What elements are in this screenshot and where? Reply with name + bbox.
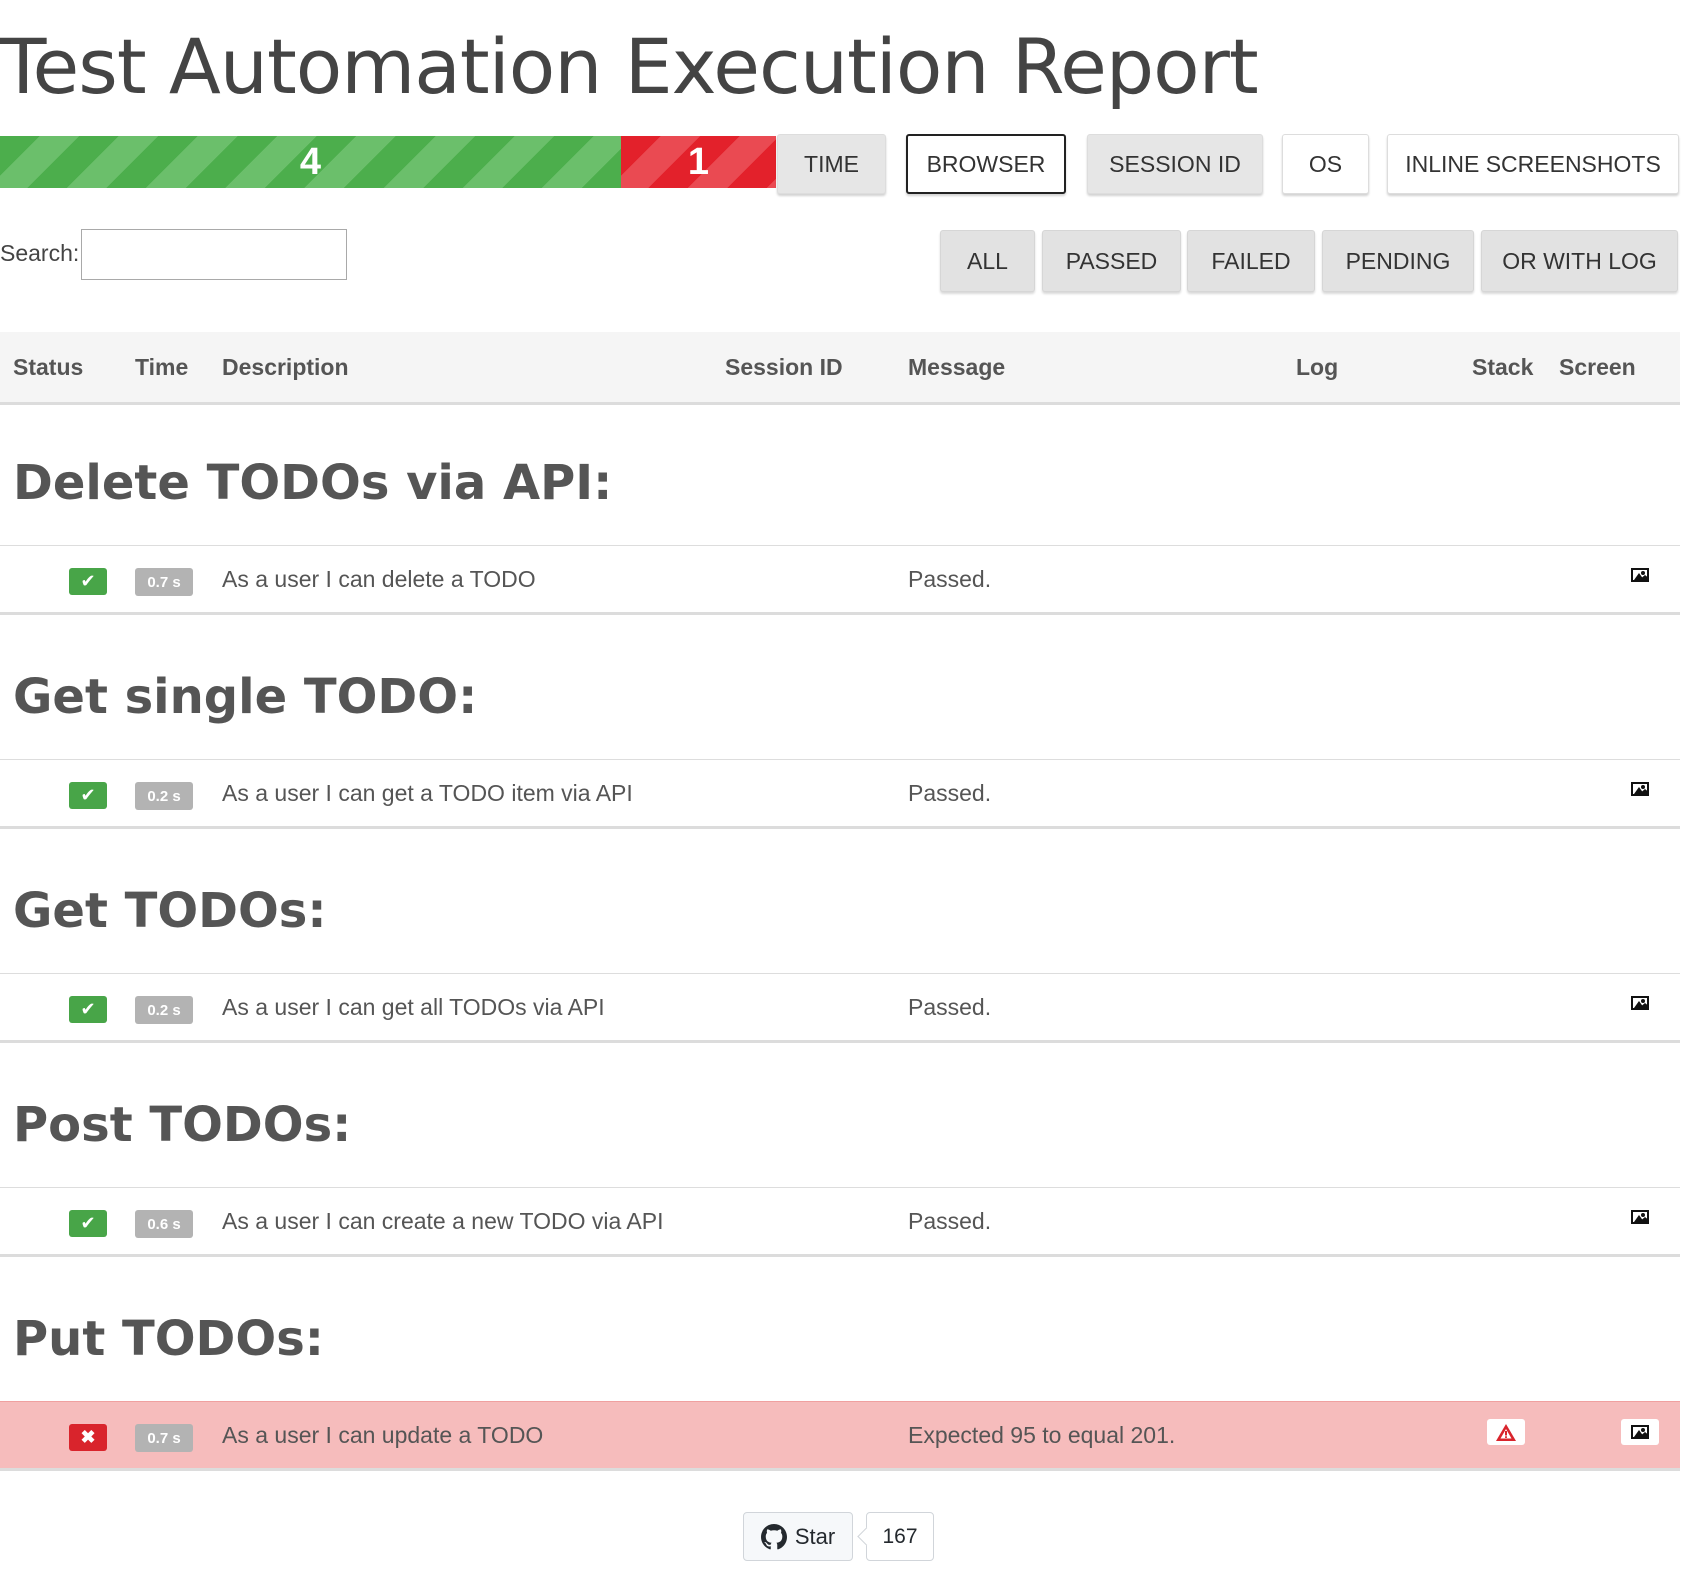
image-icon[interactable] <box>1631 568 1649 582</box>
table-row[interactable]: ✔ 0.2 s As a user I can get all TODOs vi… <box>0 973 1680 1043</box>
filter-failed-button[interactable]: FAILED <box>1187 230 1315 292</box>
group-title: Delete TODOs via API: <box>13 455 613 511</box>
summary-bar[interactable]: 4 1 <box>0 136 776 188</box>
test-message: Passed. <box>908 994 992 1020</box>
test-message: Passed. <box>908 566 992 592</box>
group-title: Post TODOs: <box>13 1097 352 1153</box>
table-row[interactable]: ✔ 0.6 s As a user I can create a new TOD… <box>0 1187 1680 1257</box>
filter-all-button[interactable]: ALL <box>940 230 1035 292</box>
toggle-session-id-column[interactable]: SESSION ID <box>1087 134 1263 194</box>
group-title: Get single TODO: <box>13 669 478 725</box>
toggle-os-column[interactable]: OS <box>1282 134 1369 194</box>
github-star-label: Star <box>794 1523 836 1549</box>
toggle-time-column[interactable]: TIME <box>777 134 886 194</box>
header-stack[interactable]: Stack <box>1472 354 1533 381</box>
table-row[interactable]: ✔ 0.2 s As a user I can get a TODO item … <box>0 759 1680 829</box>
search-label: Search: <box>0 240 80 266</box>
header-message[interactable]: Message <box>908 354 1005 381</box>
table-row[interactable]: ✔ 0.7 s As a user I can delete a TODO Pa… <box>0 545 1680 615</box>
duration-badge: 0.2 s <box>135 996 193 1024</box>
image-icon[interactable] <box>1631 996 1649 1010</box>
duration-badge: 0.7 s <box>135 568 193 596</box>
test-message: Expected 95 to equal 201. <box>908 1422 1176 1448</box>
toggle-browser-column[interactable]: BROWSER <box>906 134 1066 194</box>
filter-passed-button[interactable]: PASSED <box>1042 230 1181 292</box>
header-status[interactable]: Status <box>13 354 83 381</box>
table-row[interactable]: ✖ 0.7 s As a user I can update a TODO Ex… <box>0 1401 1680 1471</box>
filter-pending-button[interactable]: PENDING <box>1322 230 1474 292</box>
test-description: As a user I can get a TODO item via API <box>222 780 633 806</box>
header-time[interactable]: Time <box>135 354 188 381</box>
header-description[interactable]: Description <box>222 354 349 381</box>
screen-button[interactable] <box>1621 1419 1659 1445</box>
test-message: Passed. <box>908 1208 992 1234</box>
duration-badge: 0.7 s <box>135 1424 193 1452</box>
test-description: As a user I can update a TODO <box>222 1422 544 1448</box>
checkmark-icon: ✔ <box>69 1210 107 1237</box>
summary-failed[interactable]: 1 <box>620 136 776 188</box>
search-input[interactable] <box>81 229 347 280</box>
github-icon <box>760 1523 787 1549</box>
table-header: Status Time Description Session ID Messa… <box>0 332 1680 405</box>
test-description: As a user I can delete a TODO <box>222 566 536 592</box>
header-session-id[interactable]: Session ID <box>725 354 843 381</box>
image-icon[interactable] <box>1631 782 1649 796</box>
duration-badge: 0.2 s <box>135 782 193 810</box>
image-icon[interactable] <box>1631 1210 1649 1224</box>
stack-button[interactable] <box>1487 1419 1525 1445</box>
checkmark-icon: ✔ <box>69 996 107 1023</box>
warning-icon <box>1496 1423 1516 1441</box>
page-title: Test Automation Execution Report <box>0 22 1259 111</box>
test-message: Passed. <box>908 780 992 806</box>
summary-passed[interactable]: 4 <box>0 136 621 188</box>
image-icon[interactable] <box>1631 1425 1649 1439</box>
duration-badge: 0.6 s <box>135 1210 193 1238</box>
test-description: As a user I can create a new TODO via AP… <box>222 1208 664 1234</box>
checkmark-icon: ✔ <box>69 782 107 809</box>
toggle-inline-screenshots[interactable]: INLINE SCREENSHOTS <box>1387 134 1679 194</box>
header-screen[interactable]: Screen <box>1559 354 1636 381</box>
filter-or-with-log-button[interactable]: OR WITH LOG <box>1481 230 1678 292</box>
x-icon: ✖ <box>69 1424 107 1451</box>
github-star-button[interactable]: Star <box>743 1512 853 1561</box>
checkmark-icon: ✔ <box>69 568 107 595</box>
github-star-count[interactable]: 167 <box>866 1512 934 1561</box>
group-title: Put TODOs: <box>13 1311 324 1367</box>
header-log[interactable]: Log <box>1296 354 1338 381</box>
test-description: As a user I can get all TODOs via API <box>222 994 605 1020</box>
group-title: Get TODOs: <box>13 883 327 939</box>
